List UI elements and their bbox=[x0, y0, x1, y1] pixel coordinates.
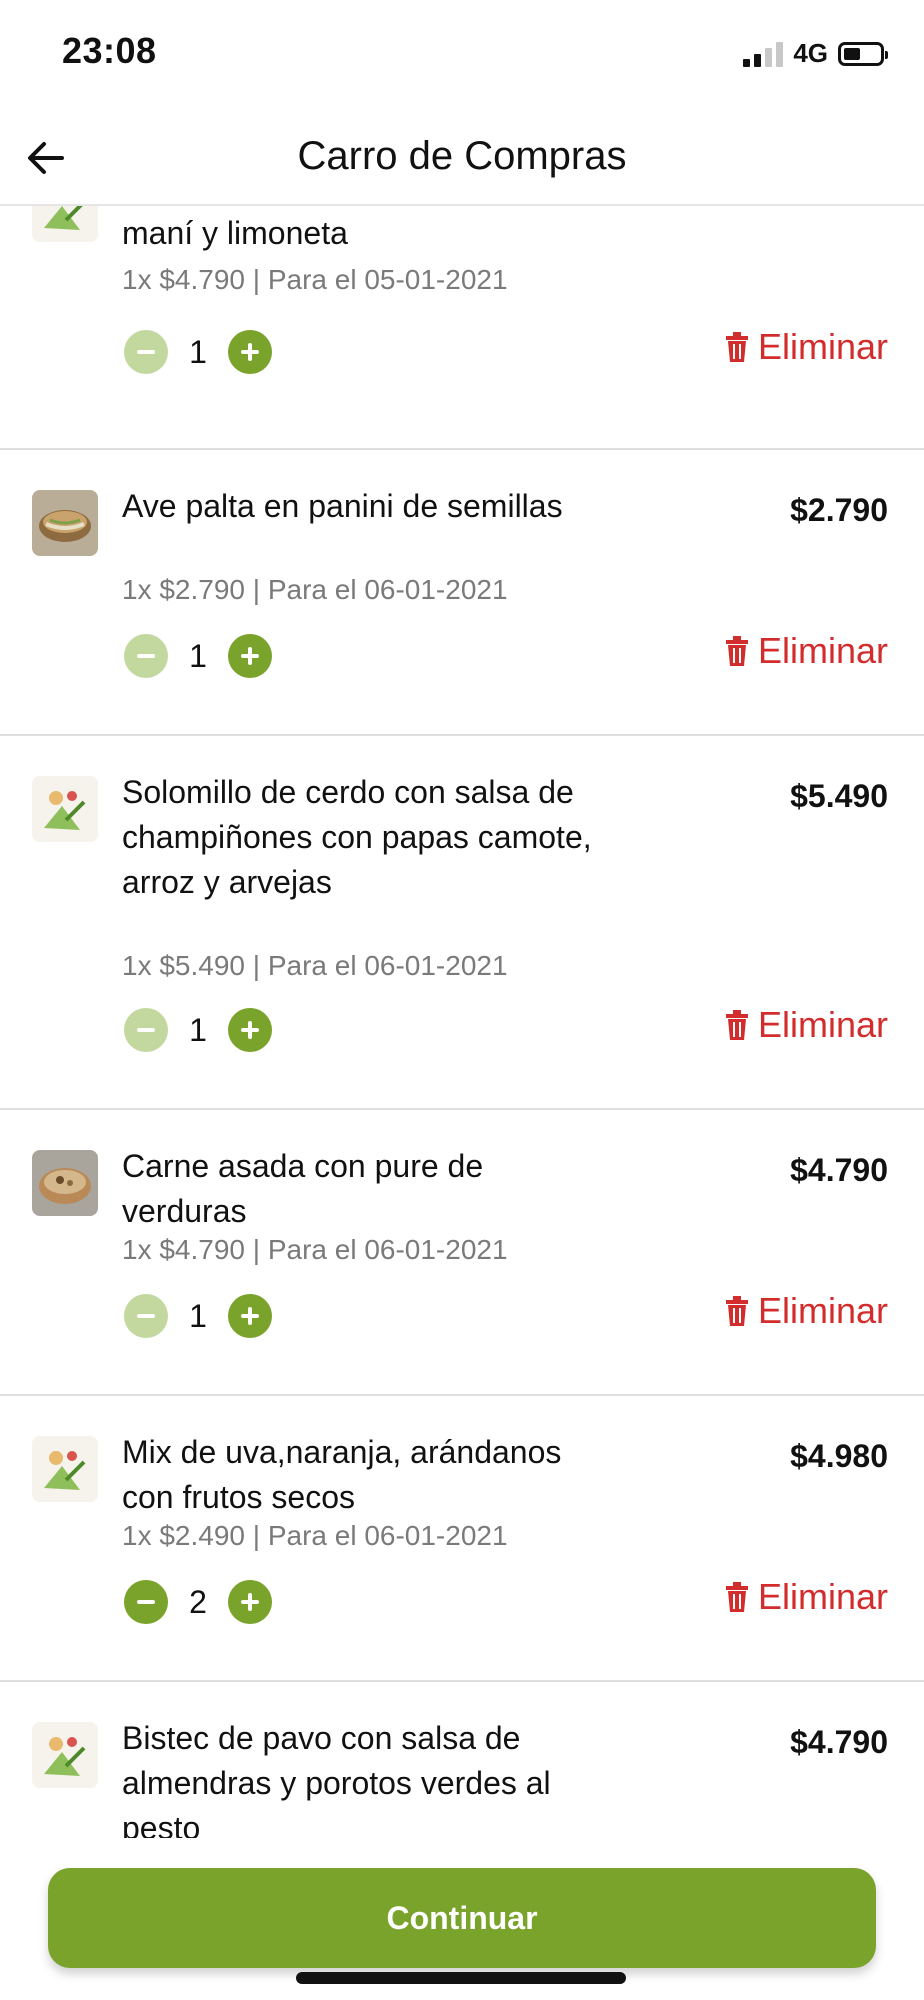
delete-item-button[interactable]: Eliminar bbox=[724, 1290, 888, 1332]
cart-items-list[interactable]: ensalada de repollo, zanahoria, maní y l… bbox=[0, 206, 924, 1838]
quantity-stepper: 1 bbox=[124, 634, 272, 678]
delete-label: Eliminar bbox=[757, 326, 888, 367]
plus-icon bbox=[241, 343, 259, 361]
increase-quantity-button[interactable] bbox=[228, 1008, 272, 1052]
minus-icon bbox=[137, 1028, 155, 1032]
product-thumbnail bbox=[32, 490, 98, 556]
trash-icon bbox=[725, 332, 748, 362]
home-indicator bbox=[296, 1972, 626, 1984]
plus-icon bbox=[241, 1021, 259, 1039]
status-time: 23:08 bbox=[62, 30, 157, 71]
product-name: Solomillo de cerdo con salsa de champiño… bbox=[122, 774, 592, 900]
decrease-quantity-button[interactable] bbox=[124, 330, 168, 374]
product-meta: 1x $4.790 | Para el 05-01-2021 bbox=[122, 264, 508, 295]
quantity-stepper: 1 bbox=[124, 1008, 272, 1052]
salad-illustration-icon bbox=[32, 1722, 98, 1788]
product-price: $4.790 bbox=[790, 1724, 888, 1760]
quantity-value: 1 bbox=[189, 1011, 207, 1048]
product-name: ensalada de repollo, zanahoria, maní y l… bbox=[122, 215, 348, 251]
cart-item: Ave palta en panini de semillas $2.790 1… bbox=[0, 450, 924, 736]
continue-button[interactable]: Continuar bbox=[48, 1868, 876, 1968]
decrease-quantity-button[interactable] bbox=[124, 1008, 168, 1052]
increase-quantity-button[interactable] bbox=[228, 330, 272, 374]
product-price: $4.790 bbox=[790, 1152, 888, 1188]
decrease-quantity-button[interactable] bbox=[124, 1294, 168, 1338]
salad-illustration-icon bbox=[32, 1436, 98, 1502]
product-name: Ave palta en panini de semillas bbox=[122, 488, 563, 524]
product-price: $5.490 bbox=[790, 778, 888, 814]
page-title: Carro de Compras bbox=[297, 134, 627, 178]
sandwich-photo-icon bbox=[32, 490, 98, 556]
increase-quantity-button[interactable] bbox=[228, 1294, 272, 1338]
quantity-value: 1 bbox=[189, 637, 207, 674]
minus-icon bbox=[137, 1600, 155, 1604]
status-bar: 23:08 4G bbox=[0, 0, 924, 110]
product-thumbnail bbox=[32, 1150, 98, 1216]
plus-icon bbox=[241, 1307, 259, 1325]
salad-illustration-icon bbox=[32, 776, 98, 842]
cart-item: Carne asada con pure de verduras $4.790 … bbox=[0, 1110, 924, 1396]
cart-item: ensalada de repollo, zanahoria, maní y l… bbox=[0, 206, 924, 450]
network-type: 4G bbox=[793, 38, 828, 68]
product-price: $2.790 bbox=[790, 492, 888, 528]
trash-icon bbox=[725, 1010, 748, 1040]
cart-item: Solomillo de cerdo con salsa de champiño… bbox=[0, 736, 924, 1110]
navigation-header: Carro de Compras bbox=[0, 110, 924, 206]
minus-icon bbox=[137, 1314, 155, 1318]
plus-icon bbox=[241, 1593, 259, 1611]
product-name: Carne asada con pure de verduras bbox=[122, 1148, 484, 1229]
minus-icon bbox=[137, 350, 155, 354]
product-name: Bistec de pavo con salsa de almendras y … bbox=[122, 1720, 551, 1838]
product-thumbnail bbox=[32, 1722, 98, 1788]
product-meta: 1x $4.790 | Para el 06-01-2021 bbox=[122, 1234, 508, 1265]
trash-icon bbox=[725, 636, 748, 666]
quantity-stepper: 2 bbox=[124, 1580, 272, 1624]
delete-label: Eliminar bbox=[757, 1576, 888, 1617]
cart-item: Bistec de pavo con salsa de almendras y … bbox=[0, 1682, 924, 1838]
status-indicators: 4G bbox=[743, 38, 888, 69]
decrease-quantity-button[interactable] bbox=[124, 634, 168, 678]
delete-item-button[interactable]: Eliminar bbox=[724, 630, 888, 672]
increase-quantity-button[interactable] bbox=[228, 1580, 272, 1624]
bowl-photo-icon bbox=[32, 1150, 98, 1216]
product-thumbnail bbox=[32, 776, 98, 842]
quantity-stepper: 1 bbox=[124, 330, 272, 374]
product-name: Mix de uva,naranja, arándanos con frutos… bbox=[122, 1434, 562, 1515]
increase-quantity-button[interactable] bbox=[228, 634, 272, 678]
delete-item-button[interactable]: Eliminar bbox=[724, 1576, 888, 1618]
signal-icon bbox=[743, 41, 784, 67]
trash-icon bbox=[725, 1296, 748, 1326]
delete-item-button[interactable]: Eliminar bbox=[724, 1004, 888, 1046]
plus-icon bbox=[241, 647, 259, 665]
cart-item: Mix de uva,naranja, arándanos con frutos… bbox=[0, 1396, 924, 1682]
product-thumbnail bbox=[32, 206, 98, 242]
minus-icon bbox=[137, 654, 155, 658]
quantity-value: 2 bbox=[189, 1583, 207, 1620]
product-meta: 1x $5.490 | Para el 06-01-2021 bbox=[122, 950, 508, 981]
quantity-value: 1 bbox=[189, 333, 207, 370]
product-price: $4.980 bbox=[790, 1438, 888, 1474]
product-meta: 1x $2.790 | Para el 06-01-2021 bbox=[122, 574, 508, 605]
delete-item-button[interactable]: Eliminar bbox=[724, 326, 888, 368]
delete-label: Eliminar bbox=[757, 1290, 888, 1331]
product-meta: 1x $2.490 | Para el 06-01-2021 bbox=[122, 1520, 508, 1551]
product-thumbnail bbox=[32, 1436, 98, 1502]
salad-illustration-icon bbox=[32, 206, 98, 242]
delete-label: Eliminar bbox=[757, 1004, 888, 1045]
decrease-quantity-button[interactable] bbox=[124, 1580, 168, 1624]
battery-icon bbox=[838, 41, 888, 66]
delete-label: Eliminar bbox=[757, 630, 888, 671]
quantity-value: 1 bbox=[189, 1297, 207, 1334]
quantity-stepper: 1 bbox=[124, 1294, 272, 1338]
trash-icon bbox=[725, 1582, 748, 1612]
